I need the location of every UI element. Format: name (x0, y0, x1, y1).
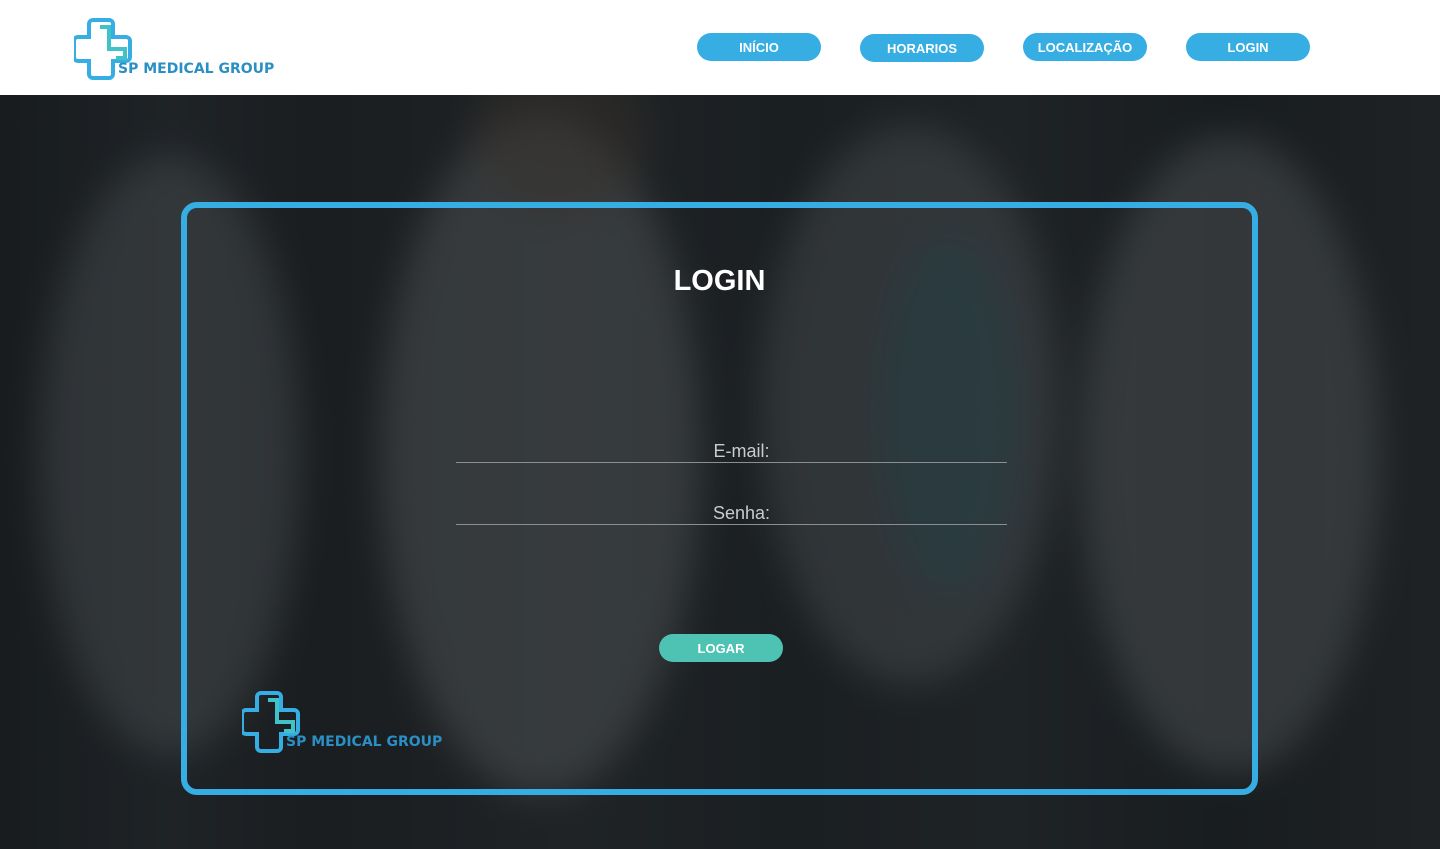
brand-name: SP MEDICAL GROUP (118, 61, 275, 77)
nav-localizacao-button[interactable]: LOCALIZAÇÃO (1023, 33, 1147, 61)
login-card: LOGIN E-mail: Senha: LOGAR SP MEDICAL GR… (181, 202, 1258, 795)
card-brand-logo: SP MEDICAL GROUP (242, 691, 442, 755)
site-header: SP MEDICAL GROUP INÍCIO HORARIOS LOCALIZ… (0, 0, 1440, 95)
nav-inicio-button[interactable]: INÍCIO (697, 33, 821, 61)
password-input[interactable] (456, 495, 1007, 524)
login-title: LOGIN (673, 265, 766, 297)
email-input[interactable] (456, 433, 1007, 462)
email-field[interactable]: E-mail: (456, 433, 1007, 463)
login-submit-button[interactable]: LOGAR (659, 634, 783, 662)
nav-horarios-button[interactable]: HORARIOS (860, 34, 984, 62)
brand-logo[interactable]: SP MEDICAL GROUP (74, 18, 274, 82)
card-brand-name: SP MEDICAL GROUP (286, 734, 443, 750)
password-field[interactable]: Senha: (456, 495, 1007, 525)
nav-login-button[interactable]: LOGIN (1186, 33, 1310, 61)
